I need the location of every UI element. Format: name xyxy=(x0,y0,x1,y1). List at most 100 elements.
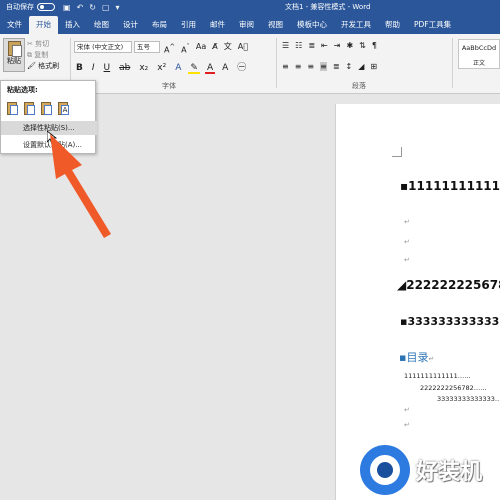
tab-developer[interactable]: 开发工具 xyxy=(334,16,378,34)
italic-button[interactable]: I xyxy=(90,62,97,74)
justify-icon[interactable]: ≡ xyxy=(320,62,327,71)
group-separator xyxy=(276,38,277,88)
paragraph-mark: ↵ xyxy=(404,218,410,226)
mouse-cursor-icon xyxy=(47,131,57,145)
paragraph-mark: ↵ xyxy=(404,256,410,264)
tab-template-center[interactable]: 模板中心 xyxy=(290,16,334,34)
new-doc-icon[interactable]: ▢ xyxy=(102,3,110,12)
font-color-icon[interactable]: A xyxy=(204,62,216,74)
bullets-icon[interactable]: ☰ xyxy=(282,41,289,50)
style-sample: AaBbCcDd xyxy=(461,44,497,52)
document-page[interactable] xyxy=(335,104,500,500)
cut-button[interactable]: ✂ 剪切 xyxy=(27,39,59,50)
show-marks-icon[interactable]: ¶ xyxy=(372,41,377,50)
strikethrough-button[interactable]: ab xyxy=(117,62,132,74)
document-title: 文档1 - 兼容性模式 - Word xyxy=(285,3,371,11)
sort-icon[interactable]: ⇅ xyxy=(359,41,366,50)
ribbon-tabs: 文件 开始 插入 绘图 设计 布局 引用 邮件 审阅 视图 模板中心 开发工具 … xyxy=(0,14,500,34)
group-separator xyxy=(452,38,453,88)
merge-format-icon[interactable] xyxy=(22,100,36,116)
char-border-icon[interactable]: A⃞ xyxy=(236,41,250,53)
watermark-text: 好装机 xyxy=(416,460,483,485)
copy-button[interactable]: ⧉ 复制 xyxy=(27,50,59,61)
change-case-button[interactable]: Aa xyxy=(194,41,208,53)
quick-access-toolbar: ▣ ↶ ↻ ▢ ▾ xyxy=(63,3,120,12)
align-left-icon[interactable]: ≡ xyxy=(282,62,289,71)
shading-icon[interactable]: ◢ xyxy=(358,62,364,71)
style-name: 正文 xyxy=(472,60,485,67)
align-right-icon[interactable]: ≡ xyxy=(307,62,314,71)
line-spacing-icon[interactable]: ↕ xyxy=(346,62,353,71)
autosave-label: 自动保存 xyxy=(6,3,34,11)
paste-label: 粘贴 xyxy=(7,57,21,65)
toc-entry-2[interactable]: 2222222256782…… xyxy=(420,384,487,392)
tab-review[interactable]: 审阅 xyxy=(232,16,261,34)
superscript-button[interactable]: x² xyxy=(155,62,168,74)
style-normal[interactable]: AaBbCcDd 正文 xyxy=(458,39,500,69)
toc-title[interactable]: ▪目录↵ xyxy=(399,349,434,365)
tab-file[interactable]: 文件 xyxy=(0,16,29,34)
paragraph-mark: ↵ xyxy=(404,406,410,414)
clear-format-icon[interactable]: A̸ xyxy=(210,41,219,53)
paragraph-row-2: ≡ ≡ ≡ ≡ ≣ ↕ ◢ ⊞ xyxy=(282,62,377,71)
toc-entry-3[interactable]: 33333333333333…… xyxy=(437,395,500,403)
paste-button[interactable]: 粘贴 xyxy=(3,38,25,72)
tab-help[interactable]: 帮助 xyxy=(378,16,407,34)
undo-icon[interactable]: ↶ xyxy=(77,3,84,12)
font-size-combo[interactable]: 五号 xyxy=(134,41,160,53)
tab-draw[interactable]: 绘图 xyxy=(87,16,116,34)
redo-icon[interactable]: ↻ xyxy=(89,3,96,12)
toc-entry-1[interactable]: 1111111111111…… xyxy=(404,372,471,380)
heading-2[interactable]: ◢2222222256782 xyxy=(397,278,500,292)
tab-mailings[interactable]: 邮件 xyxy=(203,16,232,34)
decrease-indent-icon[interactable]: ⇤ xyxy=(321,41,328,50)
underline-button[interactable]: U xyxy=(102,62,113,74)
tab-layout[interactable]: 布局 xyxy=(145,16,174,34)
paragraph-mark: ↵ xyxy=(404,421,410,429)
shrink-font-button[interactable]: Aˇ xyxy=(179,41,192,55)
tab-references[interactable]: 引用 xyxy=(174,16,203,34)
increase-indent-icon[interactable]: ⇥ xyxy=(334,41,341,50)
paste-option-icons: A xyxy=(5,100,70,116)
clipboard-icon xyxy=(7,41,22,57)
align-center-icon[interactable]: ≡ xyxy=(295,62,302,71)
paragraph-group-label: 段落 xyxy=(352,82,366,90)
distributed-icon[interactable]: ≣ xyxy=(333,62,340,71)
paste-options-title: 粘贴选项: xyxy=(7,86,38,94)
customize-icon[interactable]: ▾ xyxy=(116,3,120,12)
subscript-button[interactable]: x₂ xyxy=(137,62,150,74)
highlight-icon[interactable]: ✎ xyxy=(188,62,200,74)
watermark-logo: 好装机 xyxy=(360,445,482,495)
paragraph-mark: ↵ xyxy=(404,238,410,246)
borders-icon[interactable]: ⊞ xyxy=(370,62,377,71)
autosave-toggle[interactable] xyxy=(37,3,55,11)
keep-source-format-icon[interactable] xyxy=(5,100,19,116)
picture-paste-icon[interactable] xyxy=(39,100,53,116)
tab-home[interactable]: 开始 xyxy=(29,16,58,34)
phonetic-guide-icon[interactable]: 文 xyxy=(222,41,234,53)
tab-insert[interactable]: 插入 xyxy=(58,16,87,34)
chinese-layout-icon[interactable]: ✱ xyxy=(346,41,353,50)
bold-button[interactable]: B xyxy=(74,62,85,74)
save-icon[interactable]: ▣ xyxy=(63,3,71,12)
numbering-icon[interactable]: ☷ xyxy=(295,41,302,50)
tab-view[interactable]: 视图 xyxy=(261,16,290,34)
title-bar: 自动保存 ▣ ↶ ↻ ▢ ▾ 文档1 - 兼容性模式 - Word xyxy=(0,0,500,14)
grow-font-button[interactable]: A^ xyxy=(162,41,177,55)
char-shading-icon[interactable]: A xyxy=(220,62,230,74)
tab-design[interactable]: 设计 xyxy=(116,16,145,34)
multilevel-list-icon[interactable]: ≣ xyxy=(308,41,315,50)
heading-3[interactable]: ▪33333333333333↵ xyxy=(400,315,500,328)
paragraph-row-1: ☰ ☷ ≣ ⇤ ⇥ ✱ ⇅ ¶ xyxy=(282,41,377,50)
keep-text-only-icon[interactable]: A xyxy=(56,100,70,116)
tab-pdf-tools[interactable]: PDF工具集 xyxy=(407,16,458,34)
page-corner-mark xyxy=(392,147,402,157)
enclose-char-icon[interactable]: ㊀ xyxy=(235,62,248,74)
font-row-1: 宋体 (中文正文) 五号 A^ Aˇ Aa A̸ 文 A⃞ xyxy=(74,41,250,55)
format-painter-button[interactable]: 🖌 格式刷 xyxy=(27,61,59,72)
font-name-combo[interactable]: 宋体 (中文正文) xyxy=(74,41,132,53)
text-effects-icon[interactable]: A xyxy=(173,62,183,74)
eye-logo-icon xyxy=(360,445,410,495)
heading-1[interactable]: ▪11111111111 xyxy=(400,179,500,193)
clipboard-commands: ✂ 剪切 ⧉ 复制 🖌 格式刷 xyxy=(27,39,59,72)
